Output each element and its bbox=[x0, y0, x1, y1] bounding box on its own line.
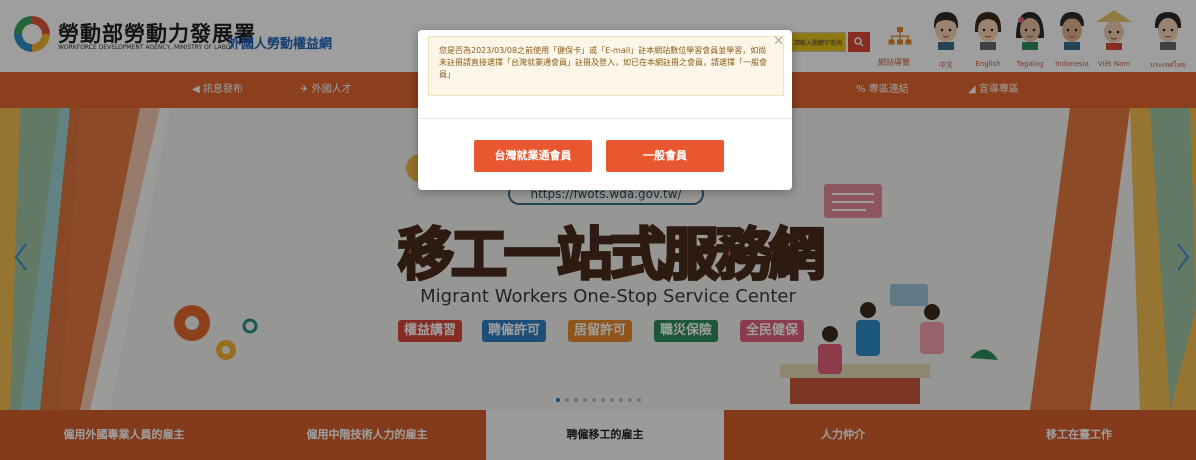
modal-notice: 您是否為2023/03/08之前使用「健保卡」或「E-mail」註本網站數位學習… bbox=[428, 36, 784, 96]
modal-divider bbox=[418, 118, 792, 119]
page: 勞動部勞動力發展署 WORKFORCE DEVELOPMENT AGENCY, … bbox=[0, 0, 1196, 460]
taiwan-jobs-member-button[interactable]: 台灣就業通會員 bbox=[474, 140, 592, 172]
close-icon[interactable]: ✕ bbox=[773, 34, 784, 49]
login-modal: 您是否為2023/03/08之前使用「健保卡」或「E-mail」註本網站數位學習… bbox=[418, 30, 792, 190]
general-member-button[interactable]: 一般會員 bbox=[606, 140, 724, 172]
